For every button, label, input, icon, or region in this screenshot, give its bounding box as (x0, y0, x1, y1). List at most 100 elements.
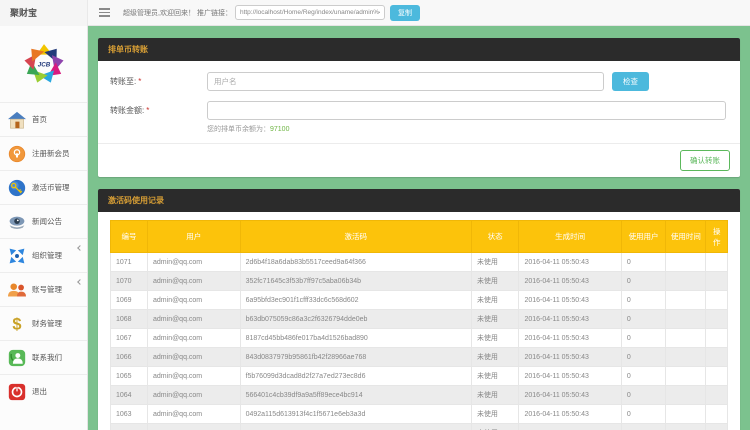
register-lock-icon (7, 145, 27, 163)
chevron-left-icon (77, 279, 83, 285)
cell-status: 未使用 (471, 348, 519, 367)
hamburger-menu-icon[interactable] (99, 6, 110, 19)
records-panel: 激活码使用记录 编号用户激活码状态生成时间使用用户使用时间操作 1071admi… (98, 189, 740, 430)
cell-action (706, 424, 728, 430)
table-row: 1067admin@qq.com8187cd45bb486fe017ba4d15… (111, 329, 728, 348)
column-header: 生成时间 (519, 221, 621, 253)
cell-action (706, 329, 728, 348)
records-panel-title: 激活码使用记录 (98, 189, 740, 212)
cell-action (706, 310, 728, 329)
cell-created: 2016-04-11 05:50:43 (519, 253, 621, 272)
cell-user: admin@qq.com (148, 329, 241, 348)
topbar: 聚财宝 超级管理员,欢迎回来！ 推广链接： 复制 (0, 0, 750, 26)
cell-action (706, 348, 728, 367)
table-row: 1068admin@qq.comb63db075059c86a3c2f63267… (111, 310, 728, 329)
cell-id: 1063 (111, 405, 148, 424)
sidebar-item-finance[interactable]: $ 财务管理 (0, 306, 87, 340)
table-row: 1069admin@qq.com6a95bfd3ec901f1cfff33dc6… (111, 291, 728, 310)
cell-created: 2016-04-11 05:50:43 (519, 272, 621, 291)
cell-id: 1068 (111, 310, 148, 329)
cell-used_by: 0 (621, 424, 665, 430)
cell-used_by: 0 (621, 367, 665, 386)
cell-code: f5b76099d3dcad8d2f27a7ed273ec8d6 (240, 367, 471, 386)
cell-id: 1065 (111, 367, 148, 386)
sidebar-item-coin-management[interactable]: 激活币管理 (0, 170, 87, 204)
cell-status: 未使用 (471, 386, 519, 405)
cell-code: 2d6b4f18a6dab83b5517ceed9a64f366 (240, 253, 471, 272)
cell-used_by: 0 (621, 291, 665, 310)
sidebar-item-register-member[interactable]: 注册新会员 (0, 136, 87, 170)
cell-code: 352fc71645c3f53b7ff97c5aba06b34b (240, 272, 471, 291)
logo: JCB (0, 26, 87, 102)
welcome-text: 超级管理员,欢迎回来！ (123, 8, 195, 18)
sidebar-item-news[interactable]: 新闻公告 (0, 204, 87, 238)
cell-code: 0492a115d613913f4c1f5671e6eb3a3d (240, 405, 471, 424)
cell-code: 566401c4cb39df9a9a5ff89ece4bc914 (240, 386, 471, 405)
cell-id: 1067 (111, 329, 148, 348)
table-row: 1064admin@qq.com566401c4cb39df9a9a5ff89e… (111, 386, 728, 405)
transfer-panel-title: 排单币转账 (98, 38, 740, 61)
main-content: 排单币转账 转账至:* 检查 转账金额:* 您的排单币余额为：97100 (88, 26, 750, 430)
cell-code: 8187cd45bb486fe017ba4d1526bad890 (240, 329, 471, 348)
cell-code: 5da50e4cd28dad139cdb7a55057e41cc (240, 424, 471, 430)
cell-id: 1070 (111, 272, 148, 291)
copy-button[interactable]: 复制 (390, 5, 420, 21)
svg-text:$: $ (12, 315, 21, 332)
cell-action (706, 291, 728, 310)
table-row: 1066admin@qq.com843d0837979b95861fb42f28… (111, 348, 728, 367)
column-header: 编号 (111, 221, 148, 253)
sidebar-item-home[interactable]: 首页 (0, 102, 87, 136)
column-header: 使用用户 (621, 221, 665, 253)
sidebar-item-organization[interactable]: 组织管理 (0, 238, 87, 272)
cell-used_at (666, 253, 706, 272)
pinwheel-logo-icon: JCB (20, 42, 68, 86)
promo-url-input[interactable] (235, 5, 385, 20)
column-header: 用户 (148, 221, 241, 253)
cell-created: 2016-04-11 05:50:43 (519, 424, 621, 430)
cell-action (706, 386, 728, 405)
news-eye-icon (7, 213, 27, 231)
cell-status: 未使用 (471, 253, 519, 272)
column-header: 操作 (706, 221, 728, 253)
cell-created: 2016-04-11 05:50:43 (519, 310, 621, 329)
cell-user: admin@qq.com (148, 386, 241, 405)
svg-text:JCB: JCB (37, 62, 50, 69)
org-arrows-icon (7, 247, 27, 265)
cell-code: 6a95bfd3ec901f1cfff33dc6c568d602 (240, 291, 471, 310)
transfer-panel: 排单币转账 转账至:* 检查 转账金额:* 您的排单币余额为：97100 (98, 38, 740, 177)
cell-used_at (666, 291, 706, 310)
cell-user: admin@qq.com (148, 367, 241, 386)
transfer-to-input[interactable] (207, 72, 604, 91)
cell-created: 2016-04-11 05:50:43 (519, 329, 621, 348)
sidebar-item-accounts[interactable]: 账号管理 (0, 272, 87, 306)
chevron-left-icon (77, 245, 83, 251)
sidebar-item-contact[interactable]: 联系我们 (0, 340, 87, 374)
cell-user: admin@qq.com (148, 310, 241, 329)
cell-status: 未使用 (471, 424, 519, 430)
sidebar-item-logout[interactable]: 退出 (0, 374, 87, 408)
cell-used_at (666, 348, 706, 367)
records-table-body: 1071admin@qq.com2d6b4f18a6dab83b5517ceed… (111, 253, 728, 430)
cell-user: admin@qq.com (148, 405, 241, 424)
cell-status: 未使用 (471, 310, 519, 329)
cell-used_at (666, 329, 706, 348)
check-button[interactable]: 检查 (612, 72, 649, 91)
cell-used_at (666, 272, 706, 291)
cell-used_at (666, 386, 706, 405)
balance-value: 97100 (270, 126, 289, 133)
confirm-transfer-button[interactable]: 确认转账 (680, 150, 730, 171)
cell-used_at (666, 405, 706, 424)
column-header: 使用时间 (666, 221, 706, 253)
dollar-icon: $ (7, 315, 27, 333)
cell-action (706, 253, 728, 272)
cell-id: 1062 (111, 424, 148, 430)
cell-code: b63db075059c86a3c2f6326794dde0eb (240, 310, 471, 329)
balance-hint: 您的排单币余额为：97100 (207, 124, 728, 140)
cell-used_by: 0 (621, 386, 665, 405)
cell-status: 未使用 (471, 272, 519, 291)
cell-created: 2016-04-11 05:50:43 (519, 291, 621, 310)
activation-codes-table: 编号用户激活码状态生成时间使用用户使用时间操作 1071admin@qq.com… (110, 220, 728, 430)
cell-id: 1069 (111, 291, 148, 310)
transfer-amount-input[interactable] (207, 101, 726, 120)
cell-created: 2016-04-11 05:50:43 (519, 386, 621, 405)
